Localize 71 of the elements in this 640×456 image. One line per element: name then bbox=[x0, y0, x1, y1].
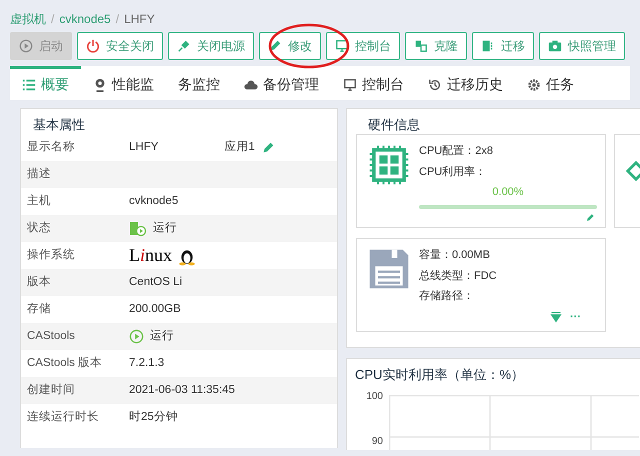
toolbar-button[interactable]: 控制台 bbox=[326, 32, 400, 60]
panel-title: 基本属性 bbox=[32, 116, 86, 134]
property-label: 版本 bbox=[26, 274, 52, 290]
property-label: 创建时间 bbox=[26, 382, 76, 398]
breadcrumb-item[interactable]: cvknode5 bbox=[59, 12, 111, 26]
property-label: 存储 bbox=[26, 302, 52, 317]
migrate-icon bbox=[481, 39, 495, 53]
play-icon bbox=[129, 329, 144, 344]
chart-title: CPU实时利用率（单位：%） bbox=[355, 366, 526, 384]
cpu-usage-reading: 0.00% bbox=[492, 185, 524, 200]
breadcrumb-item: LHFY bbox=[124, 12, 155, 26]
property-label: 状态 bbox=[26, 220, 52, 236]
panel-title: 硬件信息 bbox=[367, 116, 421, 134]
tab[interactable]: 控制台 bbox=[331, 66, 416, 100]
tab[interactable]: 备份管理 bbox=[232, 66, 331, 100]
history-icon bbox=[428, 78, 442, 92]
disk-info-text: 总线类型：FDC bbox=[419, 268, 498, 284]
property-value: 时25分钟 bbox=[129, 410, 178, 425]
property-label: 操作系统 bbox=[26, 247, 76, 263]
property-value: 运行 bbox=[153, 220, 177, 236]
property-label: 显示名称 bbox=[26, 140, 76, 155]
disk-info-text: 存储路径： bbox=[419, 289, 475, 304]
property-value: 应用1 bbox=[224, 140, 255, 155]
property-label: CAStools 版本 bbox=[26, 356, 104, 371]
monitor-icon bbox=[343, 78, 357, 92]
property-value: 7.2.1.3 bbox=[129, 356, 164, 371]
property-value: CentOS Li bbox=[129, 274, 182, 290]
cpu-chip-icon bbox=[367, 143, 411, 187]
axis-label: 100 bbox=[365, 390, 383, 404]
more-button[interactable]: ··· bbox=[570, 308, 581, 325]
cpu-config-text: CPU配置：2x8 bbox=[419, 144, 494, 159]
tab[interactable]: 任务 bbox=[515, 66, 586, 100]
property-label: 描述 bbox=[26, 166, 52, 182]
clone-icon bbox=[414, 39, 428, 53]
toolbar-button[interactable]: 克隆 bbox=[405, 32, 467, 60]
breadcrumb-item[interactable]: 虚拟机 bbox=[10, 12, 46, 26]
property-value: LHFY bbox=[129, 140, 158, 155]
toolbar-button[interactable]: 修改 bbox=[259, 32, 321, 60]
pencil-icon bbox=[260, 140, 275, 154]
running-status-icon bbox=[129, 220, 147, 236]
breadcrumb-separator: / bbox=[116, 12, 120, 26]
plug-icon bbox=[177, 39, 191, 53]
play-icon bbox=[19, 39, 33, 53]
cloud-icon bbox=[244, 78, 258, 92]
camera-icon bbox=[548, 39, 562, 53]
os-logo-text: Linux bbox=[129, 244, 172, 267]
filter-icon bbox=[550, 310, 562, 323]
property-label: 主机 bbox=[26, 193, 52, 209]
gear-icon bbox=[527, 78, 541, 92]
property-label: 连续运行时长 bbox=[26, 410, 100, 425]
breadcrumb-separator: / bbox=[51, 12, 54, 26]
cpu-usage-label: CPU利用率： bbox=[419, 164, 488, 180]
toolbar-button[interactable]: 迁移 bbox=[472, 32, 534, 60]
monitor-icon bbox=[335, 39, 349, 53]
property-value: cvknode5 bbox=[129, 194, 178, 209]
toolbar-button[interactable]: 关闭电源 bbox=[168, 32, 254, 60]
property-value: 2021-06-03 11:35:45 bbox=[129, 382, 235, 398]
webcam-icon bbox=[93, 78, 107, 92]
tab[interactable]: 务监控 bbox=[166, 66, 232, 100]
power-icon bbox=[86, 39, 100, 53]
toolbar-button[interactable]: 安全关闭 bbox=[77, 32, 163, 60]
toolbar-button[interactable]: 快照管理 bbox=[539, 32, 625, 60]
property-value: 200.00GB bbox=[129, 302, 181, 317]
disk-info-text: 容量：0.00MB bbox=[419, 248, 491, 263]
property-value: 运行 bbox=[150, 328, 174, 344]
tab[interactable]: 迁移历史 bbox=[416, 66, 515, 100]
list-icon bbox=[22, 78, 36, 92]
axis-label: 90 bbox=[370, 434, 383, 448]
tab[interactable]: 性能监 bbox=[81, 66, 166, 100]
property-label: CAStools bbox=[26, 328, 76, 344]
tab[interactable]: 概要 bbox=[10, 66, 81, 100]
